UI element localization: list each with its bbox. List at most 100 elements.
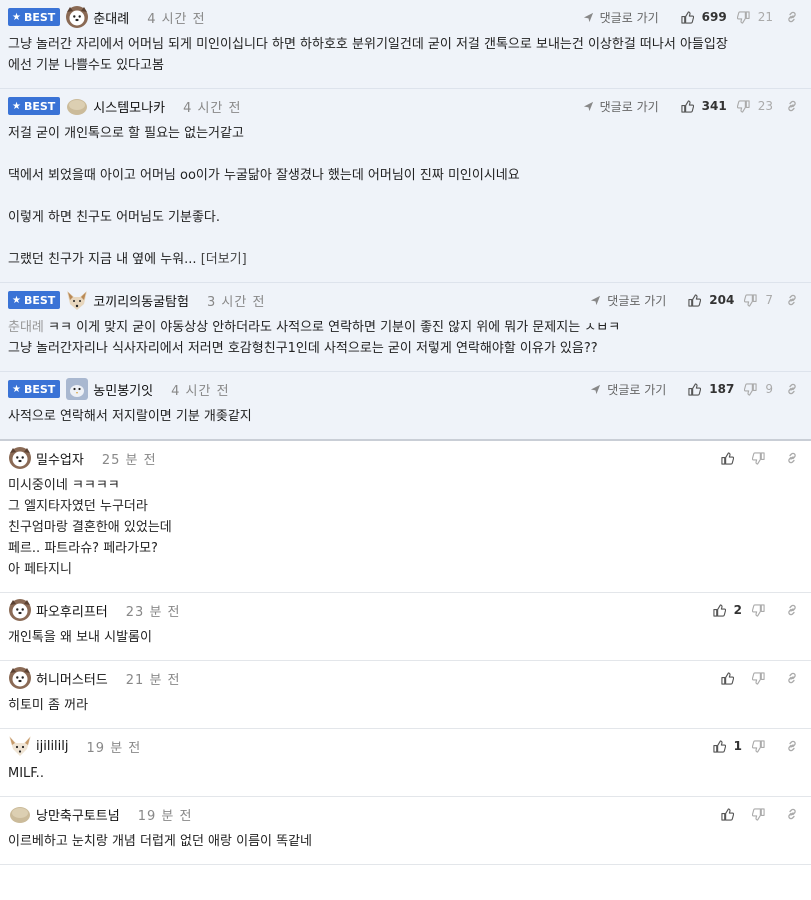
comment-header: ★ BEST 코끼리의동굴탐험 3 시간 전 댓글로 가기 204 7 [8,283,803,317]
best-comment: ★ BEST 시스템모나카 4 시간 전 댓글로 가기 341 23 저걸 굳이 개인톡으로 … [0,89,811,283]
thumbs-up-icon [713,739,730,753]
comment-text-line: ㅋㅋ 이게 맞지 굳이 야동상상 안하더라도 사적으로 연락하면 기분이 좋진 … [48,320,621,335]
best-badge: ★ BEST [8,8,61,26]
avatar-icon[interactable] [8,446,32,470]
comment-body: 사적으로 연락해서 저지랄이면 기분 개좆같지 [8,406,803,439]
link-icon[interactable] [785,99,799,113]
comment-body: MILF.. [8,763,803,796]
comment-text-line: 저걸 굳이 개인톡으로 할 필요는 없는거같고 [8,126,244,141]
go-to-reply-link[interactable]: 댓글로 가기 [590,381,666,398]
thumbs-down-icon [744,382,761,396]
thumbs-up-icon [721,451,738,465]
avatar-icon[interactable] [65,94,89,118]
thumbs-up-icon [688,293,705,307]
thumbs-up-icon [721,671,738,685]
comment-text-line: 아 페타지니 [8,562,72,577]
upvote-button[interactable]: 2 [713,603,742,617]
timestamp: 4 시간 전 [171,383,230,399]
reply-arrow-icon [583,12,597,23]
comment-body: 이르베하고 눈치랑 개념 더럽게 없던 애랑 이름이 똑같네 [8,831,803,864]
link-icon[interactable] [785,10,799,24]
link-icon[interactable] [785,739,799,753]
comment-body: 저걸 굳이 개인톡으로 할 필요는 없는거같고 댁에서 뵈었을때 아이고 어머님 … [8,123,803,282]
downvote-button[interactable] [752,739,773,753]
author-name[interactable]: 코끼리의동굴탐험 [93,291,189,310]
comment-body: 히토미 좀 꺼라 [8,695,803,728]
upvote-button[interactable]: 1 [713,739,742,753]
best-comment: ★ BEST 농민봉기잇 4 시간 전 댓글로 가기 187 9 사적으로 연락해서 저지랄이… [0,372,811,441]
go-to-reply-link[interactable]: 댓글로 가기 [583,98,659,115]
avatar-icon[interactable] [8,598,32,622]
upvote-button[interactable] [721,451,742,465]
author-name[interactable]: 밀수업자 [36,449,84,468]
downvote-button[interactable]: 9 [744,382,773,396]
go-to-reply-link[interactable]: 댓글로 가기 [590,292,666,309]
mention-link[interactable]: 춘대례 [8,320,44,335]
author-name[interactable]: 낭만축구토트넘 [36,805,120,824]
best-label: BEST [23,99,56,113]
link-icon[interactable] [785,451,799,465]
best-badge: ★ BEST [8,380,61,398]
upvote-button[interactable]: 187 [688,382,734,396]
downvote-button[interactable]: 21 [736,10,773,24]
upvote-count: 699 [701,10,727,24]
downvote-button[interactable] [752,603,773,617]
comment-text-line: 개인톡을 왜 보내 시발롬이 [8,630,152,645]
author-name[interactable]: ijilililj [36,739,69,754]
thumbs-up-icon [681,10,698,24]
best-label: BEST [23,382,56,396]
link-icon[interactable] [785,293,799,307]
read-more-link[interactable]: [더보기] [201,252,247,267]
comment: 허니머스터드 21 분 전 히토미 좀 꺼라 [0,661,811,729]
go-to-reply-link[interactable]: 댓글로 가기 [583,9,659,26]
link-icon[interactable] [785,807,799,821]
upvote-button[interactable]: 204 [688,293,734,307]
upvote-button[interactable]: 341 [681,99,727,113]
comment-header: ijilililj 19 분 전 1 [8,729,803,763]
avatar-icon[interactable] [8,802,32,826]
link-icon[interactable] [785,382,799,396]
comment: ijilililj 19 분 전 1 MILF.. [0,729,811,797]
avatar-icon[interactable] [65,288,89,312]
author-name[interactable]: 시스템모나카 [93,97,165,116]
downvote-button[interactable] [752,451,773,465]
thumbs-up-icon [713,603,730,617]
author-name[interactable]: 허니머스터드 [36,669,108,688]
timestamp: 4 시간 전 [183,100,242,116]
best-badge: ★ BEST [8,97,61,115]
comment-actions: 댓글로 가기 341 23 [583,89,799,123]
downvote-button[interactable]: 23 [736,99,773,113]
comment-body: 미시중이네 ㅋㅋㅋㅋ 그 엘지타자였던 누구더라 친구엄마랑 결혼한애 있었는데 페르… [8,475,803,592]
timestamp: 3 시간 전 [206,294,266,310]
upvote-button[interactable] [721,807,742,821]
best-comment: ★ BEST 춘대례 4 시간 전 댓글로 가기 699 21 그냥 놀러간 자리에서 어머님… [0,0,811,89]
author-name[interactable]: 춘대례 [93,8,129,27]
downvote-count: 9 [765,382,773,396]
thumbs-up-icon [688,382,705,396]
comment-text-line: 페르.. 파트라슈? 페라가모? [8,541,158,556]
avatar-icon[interactable] [8,666,32,690]
downvote-button[interactable] [752,807,773,821]
timestamp: 19 분 전 [86,740,142,756]
comment-text-line: 히토미 좀 꺼라 [8,698,89,713]
link-icon[interactable] [785,671,799,685]
downvote-button[interactable]: 7 [744,293,773,307]
avatar-icon[interactable] [65,377,89,401]
link-icon[interactable] [785,603,799,617]
upvote-count: 1 [733,739,742,753]
comment-header: ★ BEST 시스템모나카 4 시간 전 댓글로 가기 341 23 [8,89,803,123]
comment-text-line: MILF.. [8,766,44,781]
thumbs-down-icon [736,10,754,24]
comment-actions [711,661,799,695]
avatar-icon[interactable] [8,734,32,758]
thumbs-down-icon [752,739,769,753]
upvote-button[interactable] [721,671,742,685]
upvote-count: 204 [709,293,735,307]
author-name[interactable]: 파오후리프터 [36,601,108,620]
comment: 밀수업자 25 분 전 미시중이네 ㅋㅋㅋㅋ 그 엘지타자였던 누구더라 친구엄마랑 결… [0,441,811,593]
upvote-button[interactable]: 699 [681,10,727,24]
author-name[interactable]: 농민봉기잇 [93,380,153,399]
downvote-button[interactable] [752,671,773,685]
best-label: BEST [23,10,56,24]
avatar-icon[interactable] [65,5,89,29]
